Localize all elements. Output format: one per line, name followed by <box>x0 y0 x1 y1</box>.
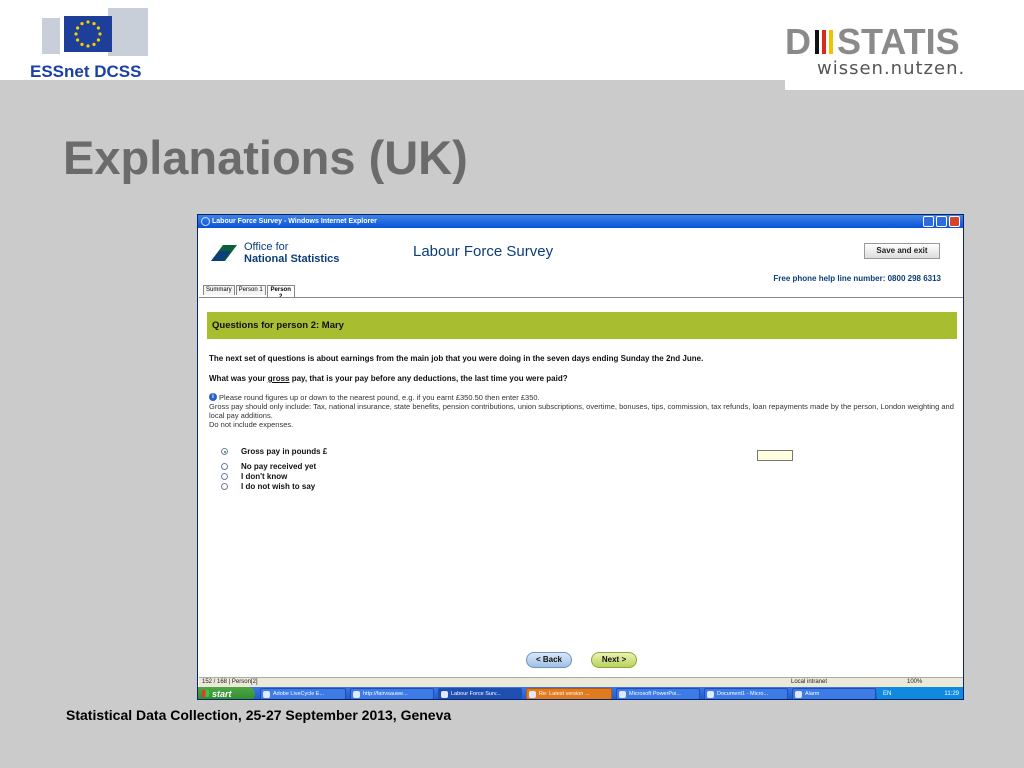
radio-button[interactable] <box>221 473 228 480</box>
task-word-document[interactable]: Document1 - Micro... <box>704 688 788 699</box>
window-title: Labour Force Survey - Windows Internet E… <box>212 218 377 225</box>
language-indicator[interactable]: EN <box>883 687 891 699</box>
survey-title: Labour Force Survey <box>413 243 554 260</box>
task-label: Labour Force Surv... <box>451 691 501 697</box>
task-label: Alarm <box>805 691 820 697</box>
zoom-level[interactable]: 100% <box>907 678 922 687</box>
app-icon <box>619 691 626 698</box>
tab-summary[interactable]: Summary <box>203 285 235 295</box>
info-line-2: Gross pay should only include: Tax, nati… <box>209 402 954 420</box>
option-label: I do not wish to say <box>241 482 316 491</box>
window-titlebar[interactable]: Labour Force Survey - Windows Internet E… <box>198 215 963 228</box>
svg-text:STATIS: STATIS <box>837 22 960 60</box>
radio-button[interactable] <box>221 463 228 470</box>
info-icon: i <box>209 393 217 401</box>
task-label: Adobe LiveCycle E... <box>273 691 325 697</box>
ie-statusbar: 152 / 168 | Person[2] Local intranet 100… <box>199 677 963 687</box>
task-adobe-livecycle[interactable]: Adobe LiveCycle E... <box>260 688 346 699</box>
task-label: http://fairvsauwe... <box>363 691 408 697</box>
clock: 11:29 <box>944 691 959 697</box>
page-content: Office for National Statistics Labour Fo… <box>199 229 963 677</box>
svg-text:D: D <box>785 22 811 60</box>
ie-icon <box>201 217 210 226</box>
minimize-button[interactable] <box>923 216 934 227</box>
task-label: Re: Latest version ... <box>539 691 590 697</box>
task-alarm[interactable]: Alarm <box>792 688 876 699</box>
close-button[interactable] <box>949 216 960 227</box>
app-icon <box>529 691 536 698</box>
status-text: 152 / 168 | Person[2] <box>202 679 258 685</box>
task-labour-force-survey[interactable]: Labour Force Surv... <box>438 688 522 699</box>
info-line-1: Please round figures up or down to the n… <box>219 393 540 402</box>
back-button[interactable]: < Back <box>526 652 572 668</box>
question-post: pay, that is your pay before any deducti… <box>289 374 568 383</box>
option-label: Gross pay in pounds £ <box>241 447 328 456</box>
system-tray: EN 11:29 <box>877 687 963 699</box>
org-line-1: Office for <box>244 241 289 253</box>
person-tabs: Summary Person 1 Person 2 <box>203 285 296 300</box>
question-intro: The next set of questions is about earni… <box>209 354 704 363</box>
slide-title: Explanations (UK) <box>63 131 468 184</box>
security-zone: Local intranet <box>791 679 828 685</box>
radio-button[interactable] <box>221 483 228 490</box>
task-label: Microsoft PowerPoi... <box>629 691 681 697</box>
tab-person-1[interactable]: Person 1 <box>235 285 266 295</box>
ons-logo-icon <box>211 245 237 261</box>
slide-footer: Statistical Data Collection, 25-27 Septe… <box>66 707 452 723</box>
start-button[interactable]: start <box>198 687 255 699</box>
org-line-2: National Statistics <box>244 253 340 265</box>
windows-taskbar: start Adobe LiveCycle E... http://fairvs… <box>198 687 963 699</box>
app-icon <box>353 691 360 698</box>
essnet-brand: ESSnet DCSS <box>30 62 142 81</box>
eu-flag-logo <box>42 8 148 56</box>
gross-pay-input[interactable] <box>757 450 793 461</box>
destatis-wordmark: D STATIS <box>785 22 960 60</box>
helpline-text: Free phone help line number: 0800 298 63… <box>773 274 941 283</box>
ons-org-name: Office for National Statistics <box>244 241 339 265</box>
app-icon <box>795 691 802 698</box>
section-heading-band: Questions for person 2: Mary <box>207 312 957 339</box>
help-info: i Please round figures up or down to the … <box>209 393 954 429</box>
destatis-tagline: wissen.nutzen. <box>817 58 966 79</box>
option-label: No pay received yet <box>241 462 317 471</box>
destatis-logo: D STATIS wissen.nutzen. <box>785 0 1024 90</box>
next-button[interactable]: Next > <box>591 652 637 668</box>
question-pre: What was your <box>209 374 268 383</box>
task-powerpoint[interactable]: Microsoft PowerPoi... <box>616 688 700 699</box>
info-line-3: Do not include expenses. <box>209 420 294 429</box>
ie-window: Labour Force Survey - Windows Internet E… <box>197 214 964 700</box>
task-browser-http[interactable]: http://fairvsauwe... <box>350 688 434 699</box>
task-label: Document1 - Micro... <box>717 691 769 697</box>
radio-button[interactable] <box>221 448 228 455</box>
app-icon <box>707 691 714 698</box>
option-label: I don't know <box>241 472 288 481</box>
maximize-button[interactable] <box>936 216 947 227</box>
app-icon <box>263 691 270 698</box>
question-emphasis: gross <box>267 374 290 383</box>
app-icon <box>441 691 448 698</box>
section-heading: Questions for person 2: Mary <box>212 320 344 331</box>
question-text: What was your gross pay, that is your pa… <box>209 374 568 383</box>
save-and-exit-button[interactable]: Save and exit <box>864 243 940 259</box>
task-email-latest-version[interactable]: Re: Latest version ... <box>526 688 612 699</box>
tab-divider <box>199 297 963 298</box>
